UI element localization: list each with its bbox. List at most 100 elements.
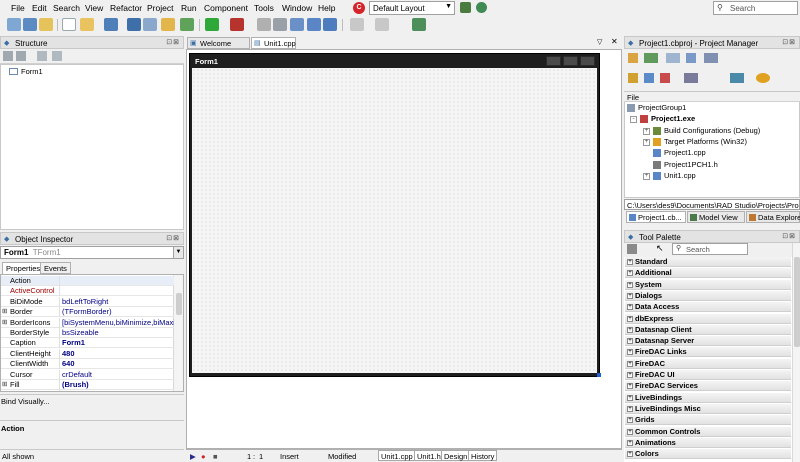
tab-design[interactable]: Design <box>441 450 471 461</box>
expand-icon[interactable]: + <box>643 127 650 135</box>
close-file-icon[interactable] <box>143 18 157 31</box>
tab-properties[interactable]: Properties <box>2 262 45 274</box>
stop-icon[interactable]: ■ <box>213 452 218 461</box>
palette-category[interactable]: + FireDAC Links <box>625 347 791 358</box>
property-row[interactable]: Caption Form1 <box>1 338 174 349</box>
property-row[interactable]: Action <box>1 276 174 286</box>
open-project-icon[interactable] <box>39 18 53 31</box>
palette-category[interactable]: + FireDAC UI <box>625 370 791 380</box>
layout-select[interactable]: Default Layout ▼ <box>369 1 455 15</box>
view-icon[interactable] <box>704 53 718 63</box>
sync-icon[interactable] <box>628 73 638 83</box>
palette-category[interactable]: + LiveBindings Misc <box>625 403 791 414</box>
expand-icon[interactable]: + <box>627 259 633 265</box>
property-row[interactable]: ⊞ BorderIcons [biSystemMenu,biMinimize,biM… <box>1 317 174 328</box>
property-row[interactable]: ClientWidth 640 <box>1 359 174 370</box>
tab-unit1-h[interactable]: Unit1.h <box>414 450 444 461</box>
pin-icon[interactable]: ⊡⊠ <box>166 234 180 242</box>
expand-icon[interactable]: ⊞ <box>2 390 7 391</box>
expand-icon[interactable]: + <box>627 417 633 424</box>
expand-icon[interactable]: ⊞ <box>2 380 7 388</box>
property-row[interactable]: BorderStyle bsSizeable <box>1 328 174 338</box>
palette-category[interactable]: + Animations <box>625 437 791 448</box>
palette-category[interactable]: + Datasnap Client <box>625 324 791 335</box>
new-file-icon[interactable] <box>62 18 76 31</box>
tab-model-view[interactable]: Model View <box>687 211 745 223</box>
property-row[interactable]: ActiveControl <box>1 286 174 297</box>
palette-category[interactable]: + dbExpress <box>625 313 791 324</box>
menu-file[interactable]: File <box>11 3 25 13</box>
expand-icon[interactable]: + <box>627 383 633 390</box>
expand-icon[interactable]: + <box>627 326 633 333</box>
expand-icon[interactable]: ⊞ <box>2 307 7 315</box>
expand-icon[interactable]: + <box>643 172 650 180</box>
pin-icon[interactable]: ⊡⊠ <box>782 232 796 240</box>
expand-icon[interactable]: + <box>627 439 633 446</box>
project-tree-item[interactable]: Project1PCH1.h <box>664 160 718 169</box>
property-row[interactable]: BiDiMode bdLeftToRight <box>1 296 174 307</box>
structure-tool-icon[interactable] <box>3 51 13 61</box>
expand-icon[interactable]: + <box>627 315 633 322</box>
palette-search-input[interactable]: ⚲ Search <box>672 243 748 255</box>
property-value[interactable]: (Brush) <box>59 380 174 390</box>
collapse-icon[interactable]: - <box>630 116 637 124</box>
property-row[interactable]: ClientHeight 480 <box>1 348 174 359</box>
record-icon[interactable]: ● <box>201 452 206 461</box>
project-tree-item[interactable]: Project1.cpp <box>664 148 706 157</box>
expand-icon[interactable]: + <box>643 138 650 146</box>
property-row[interactable]: ⊞ Fill (Brush) <box>1 380 174 390</box>
expand-icon[interactable]: + <box>627 304 633 311</box>
compile-icon[interactable] <box>660 73 670 83</box>
tree-item-form1[interactable]: Form1 <box>9 67 43 76</box>
component-icon[interactable] <box>412 18 426 31</box>
platform-icon[interactable] <box>730 73 744 83</box>
pointer-icon[interactable]: ↖ <box>656 243 664 254</box>
save-icon[interactable] <box>104 18 118 31</box>
menu-component[interactable]: Component <box>204 3 248 13</box>
categories-icon[interactable] <box>627 244 637 254</box>
menu-refactor[interactable]: Refactor <box>110 3 142 13</box>
expand-icon[interactable]: + <box>627 405 633 412</box>
add-file-icon[interactable] <box>180 18 194 31</box>
menu-view[interactable]: View <box>85 3 103 13</box>
palette-category[interactable]: + Standard <box>625 257 791 267</box>
property-value[interactable]: bdLeftToRight <box>59 296 174 307</box>
pin-icon[interactable]: ⊡⊠ <box>782 38 796 46</box>
new-items-icon[interactable] <box>7 18 21 31</box>
palette-scrollbar[interactable] <box>792 243 800 462</box>
run-without-debug-icon[interactable] <box>230 18 244 31</box>
project-tree-item[interactable]: Build Configurations (Debug) <box>664 126 760 135</box>
resize-handle[interactable] <box>597 373 601 377</box>
property-value[interactable]: bsSizeable <box>59 328 174 338</box>
menu-run[interactable]: Run <box>181 3 197 13</box>
expand-icon[interactable]: + <box>627 428 633 435</box>
open-file-icon[interactable] <box>161 18 175 31</box>
layout-icon[interactable] <box>684 73 698 83</box>
run-to-cursor-icon[interactable] <box>323 18 337 31</box>
add-icon[interactable] <box>644 53 658 63</box>
close-tab-icon[interactable]: ✕ <box>611 37 618 46</box>
structure-tool-icon[interactable] <box>16 51 26 61</box>
palette-category[interactable]: + Additional <box>625 268 791 279</box>
property-value[interactable] <box>59 276 174 286</box>
set-layout-icon[interactable] <box>476 2 487 13</box>
open-icon[interactable] <box>80 18 94 31</box>
expand-icon[interactable]: + <box>627 349 633 356</box>
scroll-thumb[interactable] <box>794 257 800 347</box>
maximize-button[interactable] <box>563 56 578 66</box>
property-value[interactable]: 480 <box>59 348 174 359</box>
property-value[interactable]: Form1 <box>59 338 174 349</box>
tab-history[interactable]: History <box>468 450 498 461</box>
expand-icon[interactable]: + <box>627 281 633 288</box>
property-row[interactable]: ⊞FormFactor (TFormFactor) <box>1 390 174 391</box>
stop-icon[interactable] <box>273 18 287 31</box>
save-all-icon[interactable] <box>127 18 141 31</box>
property-value[interactable]: 640 <box>59 359 174 370</box>
palette-category[interactable]: + FireDAC Services <box>625 381 791 392</box>
menu-window[interactable]: Window <box>282 3 312 13</box>
pin-icon[interactable]: ⊡⊠ <box>166 38 180 46</box>
palette-category[interactable]: + Grids <box>625 415 791 426</box>
search-input[interactable]: ⚲ Search <box>713 1 798 15</box>
forward-arrow-icon[interactable] <box>375 18 389 31</box>
tab-data-explorer[interactable]: Data Explorer <box>746 211 800 223</box>
